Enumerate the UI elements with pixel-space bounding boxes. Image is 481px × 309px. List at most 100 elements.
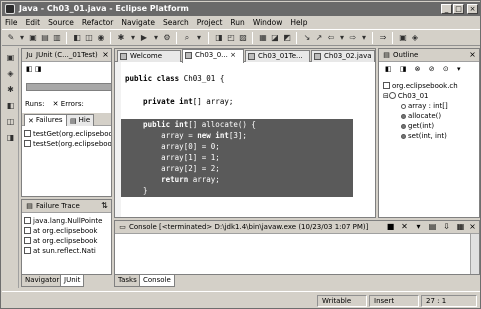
highlight-icon[interactable]: ◩	[282, 33, 292, 43]
menu-file[interactable]: File	[5, 18, 18, 27]
tab-junit[interactable]: JUnit	[60, 275, 85, 287]
clear-console-icon[interactable]: ▤	[428, 222, 437, 232]
list-item[interactable]: at org.eclipsebook	[22, 236, 111, 246]
editor-tabs: Welcome Ch03_0... × Ch03_01Te... Ch03_02…	[115, 49, 375, 63]
toolbar-separator	[176, 32, 177, 44]
menu-edit[interactable]: Edit	[26, 18, 41, 27]
pin-icon[interactable]: ▦	[456, 222, 465, 232]
dropdown-arrow-icon[interactable]: ▾	[359, 33, 369, 43]
tab-ch03-01test[interactable]: Ch03_01Te...	[245, 50, 310, 62]
tab-console[interactable]: Console	[139, 275, 175, 287]
dropdown-arrow-icon[interactable]: ▾	[414, 222, 423, 232]
show-source-icon[interactable]: ▦	[258, 33, 268, 43]
failure-trace-view: ▤ Failure Trace ⇅ java.lang.NullPointe a…	[21, 199, 112, 275]
open-resource-icon[interactable]: ◰	[226, 33, 236, 43]
toggle-icon[interactable]: ◪	[270, 33, 280, 43]
dropdown-arrow-icon[interactable]: ▾	[337, 33, 347, 43]
forward-icon[interactable]: ⇨	[348, 33, 358, 43]
filter-stack-icon[interactable]: ⇅	[100, 201, 109, 211]
list-item[interactable]: at org.eclipsebook	[22, 226, 111, 236]
minimize-button[interactable]: _	[441, 4, 452, 14]
java-file-icon	[185, 52, 192, 59]
save-icon[interactable]: ▣	[28, 33, 38, 43]
search-icon[interactable]: ⌕	[182, 33, 192, 43]
run-icon[interactable]: ▶	[139, 33, 149, 43]
close-view-icon[interactable]: ×	[101, 50, 110, 60]
toggle-mark-icon[interactable]: ▨	[238, 33, 248, 43]
list-item[interactable]: org.eclipsebook.ch	[381, 81, 479, 91]
collapse-icon[interactable]: ⊟	[383, 92, 389, 100]
code-text: Ch03_01 {	[179, 74, 225, 83]
outline-toolbar[interactable]: ◧ ◨ ⊗ ⊘ ⊙ ▾	[385, 65, 463, 73]
close-view-icon[interactable]: ×	[468, 222, 477, 232]
close-button[interactable]: ×	[467, 4, 478, 14]
list-item[interactable]: allocate()	[381, 111, 479, 121]
tab-ch03-01[interactable]: Ch03_0... ×	[182, 49, 244, 63]
toolbar-separator	[66, 32, 67, 44]
dropdown-arrow-icon[interactable]: ▾	[151, 33, 161, 43]
list-item[interactable]: at sun.reflect.Nati	[22, 246, 111, 256]
toolbar-separator	[392, 32, 393, 44]
dropdown-arrow-icon[interactable]: ▾	[128, 33, 138, 43]
open-perspective-icon[interactable]: ▣	[5, 52, 16, 63]
new-package-icon[interactable]: ◫	[84, 33, 94, 43]
tab-navigator[interactable]: Navigator	[21, 275, 64, 287]
save-all-icon[interactable]: ▤	[40, 33, 50, 43]
code-area[interactable]: public class Ch03_01 { private int[] arr…	[115, 62, 375, 217]
list-item[interactable]: ⊟ Ch03_01	[381, 91, 479, 101]
java-perspective-icon[interactable]: ◈	[5, 68, 16, 79]
console-scrollbar[interactable]	[470, 234, 479, 274]
junit-toolbar-icon[interactable]: ◧ ◨	[26, 65, 41, 73]
back-icon[interactable]: ⇦	[326, 33, 336, 43]
fast-view-icon[interactable]: ◫	[5, 116, 16, 127]
code-text: [] array;	[192, 97, 234, 106]
menu-source[interactable]: Source	[48, 18, 74, 27]
menu-window[interactable]: Window	[253, 18, 283, 27]
list-item[interactable]: java.lang.NullPointe	[22, 216, 111, 226]
tab-welcome[interactable]: Welcome	[117, 50, 181, 62]
dropdown-arrow-icon[interactable]: ▾	[194, 33, 204, 43]
open-type-icon[interactable]: ◧	[72, 33, 82, 43]
debug-perspective-icon[interactable]: ✱	[5, 84, 16, 95]
tab-ch03-02[interactable]: Ch03_02.java	[311, 50, 375, 62]
debug-icon[interactable]: ✱	[116, 33, 126, 43]
menu-project[interactable]: Project	[197, 18, 223, 27]
scroll-lock-icon[interactable]: ⇩	[442, 222, 451, 232]
tab-failures[interactable]: ✕ Failures	[24, 114, 67, 126]
remove-launch-icon[interactable]: ✕	[400, 222, 409, 232]
maximize-button[interactable]: □	[453, 4, 464, 14]
prev-annotation-icon[interactable]: ↗	[314, 33, 324, 43]
list-item[interactable]: get(int)	[381, 121, 479, 131]
external-tools-icon[interactable]: ⚙	[162, 33, 172, 43]
fast-view-icon[interactable]: ◨	[5, 132, 16, 143]
list-item[interactable]: array : int[]	[381, 101, 479, 111]
open-type-hierarchy-icon[interactable]: ◨	[214, 33, 224, 43]
junit-icon: Ju	[26, 51, 33, 59]
next-annotation-icon[interactable]: ↘	[302, 33, 312, 43]
tab-ch03-01test-label: Ch03_01Te...	[258, 52, 303, 60]
open-perspective-icon[interactable]: ▣	[398, 33, 408, 43]
tab-hierarchy[interactable]: ▤ Hie	[66, 114, 95, 126]
close-view-icon[interactable]: ×	[468, 50, 477, 60]
menu-search[interactable]: Search	[163, 18, 189, 27]
list-item[interactable]: testSet(org.eclipsebook	[22, 139, 111, 149]
list-item[interactable]: testGet(org.eclipsebook	[22, 129, 111, 139]
terminate-icon[interactable]: ■	[386, 222, 395, 232]
tab-tasks[interactable]: Tasks	[114, 275, 141, 287]
menu-refactor[interactable]: Refactor	[82, 18, 113, 27]
menu-help[interactable]: Help	[290, 18, 307, 27]
close-tab-icon[interactable]: ×	[230, 51, 236, 59]
new-class-icon[interactable]: ◉	[96, 33, 106, 43]
code-text: array =	[125, 131, 198, 140]
resource-perspective-icon[interactable]: ◧	[5, 100, 16, 111]
menu-run[interactable]: Run	[230, 18, 244, 27]
method-icon	[401, 124, 406, 129]
menu-navigate[interactable]: Navigate	[121, 18, 155, 27]
code-keyword: public class	[125, 74, 180, 83]
print-icon[interactable]: ▥	[52, 33, 62, 43]
list-item[interactable]: set(int, int)	[381, 131, 479, 141]
last-edit-location-icon[interactable]: ⇒	[378, 33, 388, 43]
java-perspective-icon[interactable]: ◈	[410, 33, 420, 43]
dropdown-arrow-icon[interactable]: ▾	[17, 33, 27, 43]
new-icon[interactable]: ✎	[6, 33, 16, 43]
